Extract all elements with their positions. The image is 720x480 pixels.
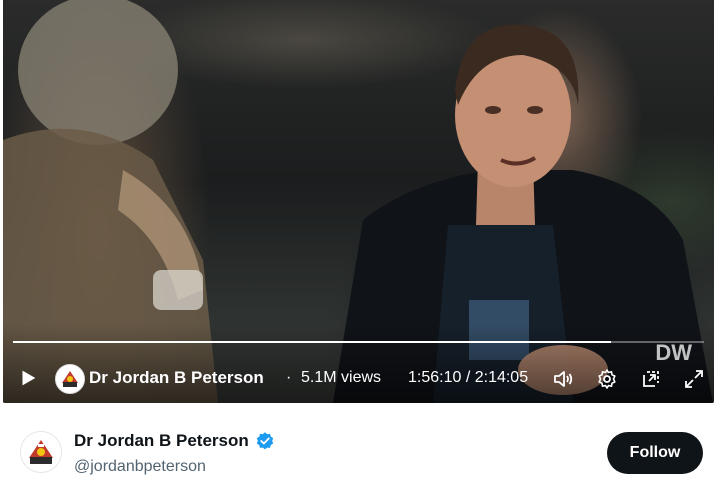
picture-in-picture-icon[interactable] bbox=[639, 367, 663, 391]
fullscreen-expand-icon[interactable] bbox=[682, 367, 706, 391]
view-count: 5.1M views bbox=[301, 369, 382, 386]
progress-bar[interactable] bbox=[13, 341, 704, 343]
volume-icon[interactable] bbox=[551, 367, 575, 391]
author-handle[interactable]: @jordanbpeterson bbox=[74, 458, 206, 476]
play-icon[interactable] bbox=[17, 367, 39, 389]
video-player[interactable]: DW Dr Jordan B Peterson · 5.1M views 1:5… bbox=[3, 0, 714, 403]
channel-avatar[interactable] bbox=[55, 364, 85, 394]
follow-button[interactable]: Follow bbox=[607, 432, 703, 474]
settings-gear-icon[interactable] bbox=[595, 367, 619, 391]
verified-badge-icon bbox=[256, 432, 274, 450]
separator-dot: · bbox=[286, 369, 292, 386]
author-name[interactable]: Dr Jordan B Peterson bbox=[74, 431, 249, 451]
time-display: 1:56:10 / 2:14:05 bbox=[408, 369, 529, 386]
channel-name[interactable]: Dr Jordan B Peterson bbox=[89, 368, 264, 388]
progress-fill bbox=[13, 341, 612, 343]
author-avatar[interactable] bbox=[20, 431, 62, 473]
author-bar: Dr Jordan B Peterson @jordanbpeterson Fo… bbox=[0, 403, 720, 480]
video-controls: Dr Jordan B Peterson · 5.1M views 1:56:1… bbox=[3, 358, 714, 398]
